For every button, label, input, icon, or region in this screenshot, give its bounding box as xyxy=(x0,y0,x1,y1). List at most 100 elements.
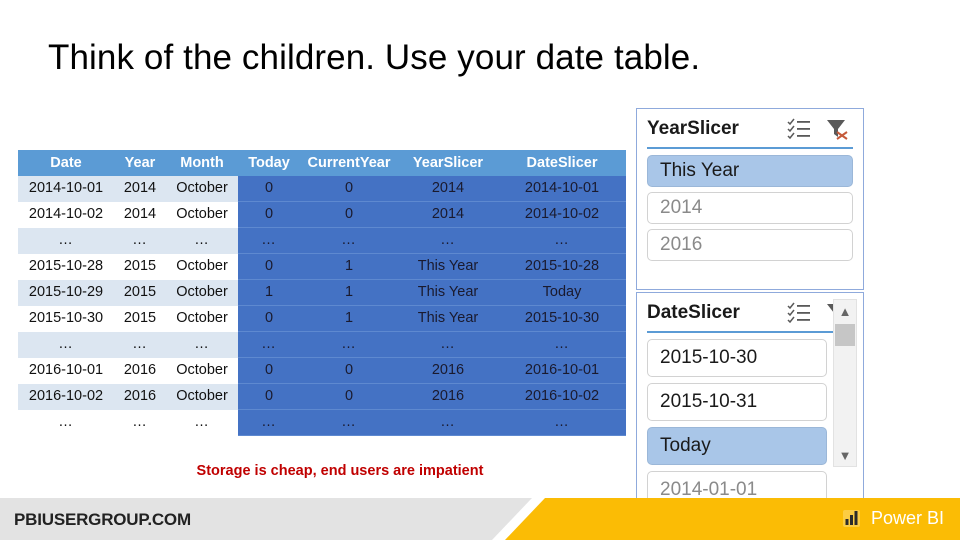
year-slicer-item[interactable]: 2016 xyxy=(647,229,853,261)
table-cell: October xyxy=(166,279,238,306)
table-cell: … xyxy=(114,409,166,436)
table-cell: … xyxy=(300,331,398,358)
table-cell: 2015-10-29 xyxy=(18,279,114,306)
table-cell: 0 xyxy=(238,176,300,202)
table-cell: 0 xyxy=(238,383,300,410)
table-cell: 0 xyxy=(238,357,300,384)
table-cell: October xyxy=(166,201,238,228)
table-cell: 0 xyxy=(300,383,398,410)
checklist-icon[interactable] xyxy=(787,118,811,140)
date-slicer-item[interactable]: 2015-10-31 xyxy=(647,383,827,421)
date-slicer-scrollbar[interactable]: ▲ ▼ xyxy=(833,299,857,467)
date-slicer-item[interactable]: 2015-10-30 xyxy=(647,339,827,377)
table-cell: 2016 xyxy=(114,383,166,410)
scrollbar-thumb[interactable] xyxy=(835,324,855,346)
year-slicer-item[interactable]: This Year xyxy=(647,155,853,187)
scroll-down-arrow[interactable]: ▼ xyxy=(834,444,856,466)
table-cell: 2016 xyxy=(398,357,498,384)
table-row: 2014-10-02 2014 October 0 0 2014 2014-10-02 xyxy=(18,201,626,228)
table-cell: 2014-10-01 xyxy=(18,176,114,202)
year-slicer-panel: YearSlicer This Year 2014 2016 xyxy=(636,108,864,290)
table-cell: … xyxy=(300,227,398,254)
powerbi-branding: Power BI xyxy=(842,507,944,529)
table-cell: October xyxy=(166,357,238,384)
table-cell: 0 xyxy=(238,253,300,280)
table-cell: This Year xyxy=(398,279,498,306)
table-cell: 2015-10-28 xyxy=(498,253,626,280)
year-slicer-header: YearSlicer xyxy=(637,109,863,149)
table-cell: … xyxy=(398,227,498,254)
table-cell: 0 xyxy=(300,357,398,384)
table-cell: 2015 xyxy=(114,305,166,332)
table-cell: 2015 xyxy=(114,253,166,280)
table-row: ………………… xyxy=(18,227,626,254)
page-title: Think of the children. Use your date tab… xyxy=(48,38,701,77)
date-table-container: Date Year Month Today CurrentYear YearSl… xyxy=(18,150,626,436)
table-cell: 2014-10-02 xyxy=(498,201,626,228)
date-table-body: 2014-10-01 2014 October 0 0 2014 2014-10-01 201… xyxy=(18,176,626,436)
checklist-icon[interactable] xyxy=(787,302,811,324)
column-header-yearslicer: YearSlicer xyxy=(398,150,498,176)
table-cell: 2016 xyxy=(114,357,166,384)
table-cell: … xyxy=(498,331,626,358)
date-slicer-header: DateSlicer xyxy=(637,293,863,333)
table-cell: 2014-10-01 xyxy=(498,176,626,202)
year-slicer-list: This Year 2014 2016 xyxy=(637,149,863,261)
table-row: 2015-10-28 2015 October 0 1 This Year 2015-10-… xyxy=(18,253,626,280)
footer-site-label: PBIUSERGROUP.COM xyxy=(14,510,191,529)
table-cell: 0 xyxy=(238,201,300,228)
column-header-dateslicer: DateSlicer xyxy=(498,150,626,176)
table-cell: … xyxy=(18,227,114,254)
table-cell: 2016-10-02 xyxy=(498,383,626,410)
table-cell: 1 xyxy=(300,253,398,280)
table-cell: October xyxy=(166,383,238,410)
table-cell: 2014 xyxy=(398,176,498,202)
column-header-today: Today xyxy=(238,150,300,176)
table-cell: 2015-10-28 xyxy=(18,253,114,280)
table-cell: … xyxy=(398,331,498,358)
table-cell: … xyxy=(498,227,626,254)
column-header-currentyear: CurrentYear xyxy=(300,150,398,176)
table-cell: … xyxy=(238,409,300,436)
table-cell: 2016-10-01 xyxy=(18,357,114,384)
table-cell: 2014 xyxy=(398,201,498,228)
table-row: ………………… xyxy=(18,409,626,436)
table-row: 2014-10-01 2014 October 0 0 2014 2014-10-01 xyxy=(18,176,626,202)
table-cell: 1 xyxy=(238,279,300,306)
table-header-row: Date Year Month Today CurrentYear YearSl… xyxy=(18,150,626,176)
date-slicer-title: DateSlicer xyxy=(647,302,740,323)
table-cell: 2016-10-02 xyxy=(18,383,114,410)
date-slicer-panel: DateSlicer 2015-10-30 2015-10-31 Today 2… xyxy=(636,292,864,520)
table-cell: 2014 xyxy=(114,201,166,228)
year-slicer-item[interactable]: 2014 xyxy=(647,192,853,224)
table-cell: … xyxy=(238,227,300,254)
table-cell: … xyxy=(166,409,238,436)
date-table: Date Year Month Today CurrentYear YearSl… xyxy=(18,150,626,436)
table-cell: … xyxy=(300,409,398,436)
date-slicer-list: 2015-10-30 2015-10-31 Today 2014-01-01 xyxy=(637,333,863,509)
table-cell: … xyxy=(498,409,626,436)
table-cell: … xyxy=(114,331,166,358)
table-cell: 1 xyxy=(300,279,398,306)
table-cell: 1 xyxy=(300,305,398,332)
table-row: 2016-10-02 2016 October 0 0 2016 2016-10-02 xyxy=(18,383,626,410)
table-cell: … xyxy=(18,331,114,358)
table-cell: … xyxy=(166,331,238,358)
footer-bar: PBIUSERGROUP.COM Power BI xyxy=(0,498,960,540)
table-row: ………………… xyxy=(18,331,626,358)
date-table-header: Date Year Month Today CurrentYear YearSl… xyxy=(18,150,626,176)
table-cell: 0 xyxy=(300,201,398,228)
table-cell: 2014-10-02 xyxy=(18,201,114,228)
table-row: 2016-10-01 2016 October 0 0 2016 2016-10-01 xyxy=(18,357,626,384)
table-cell: October xyxy=(166,305,238,332)
column-header-year: Year xyxy=(114,150,166,176)
table-cell: This Year xyxy=(398,305,498,332)
table-row: 2015-10-29 2015 October 1 1 This Year Today xyxy=(18,279,626,306)
scroll-up-arrow[interactable]: ▲ xyxy=(834,300,856,322)
clear-filter-icon[interactable] xyxy=(825,118,849,140)
table-cell: 2014 xyxy=(114,176,166,202)
table-row: 2015-10-30 2015 October 0 1 This Year 2015-10-… xyxy=(18,305,626,332)
table-cell: 2015-10-30 xyxy=(18,305,114,332)
date-slicer-item[interactable]: Today xyxy=(647,427,827,465)
column-header-date: Date xyxy=(18,150,114,176)
